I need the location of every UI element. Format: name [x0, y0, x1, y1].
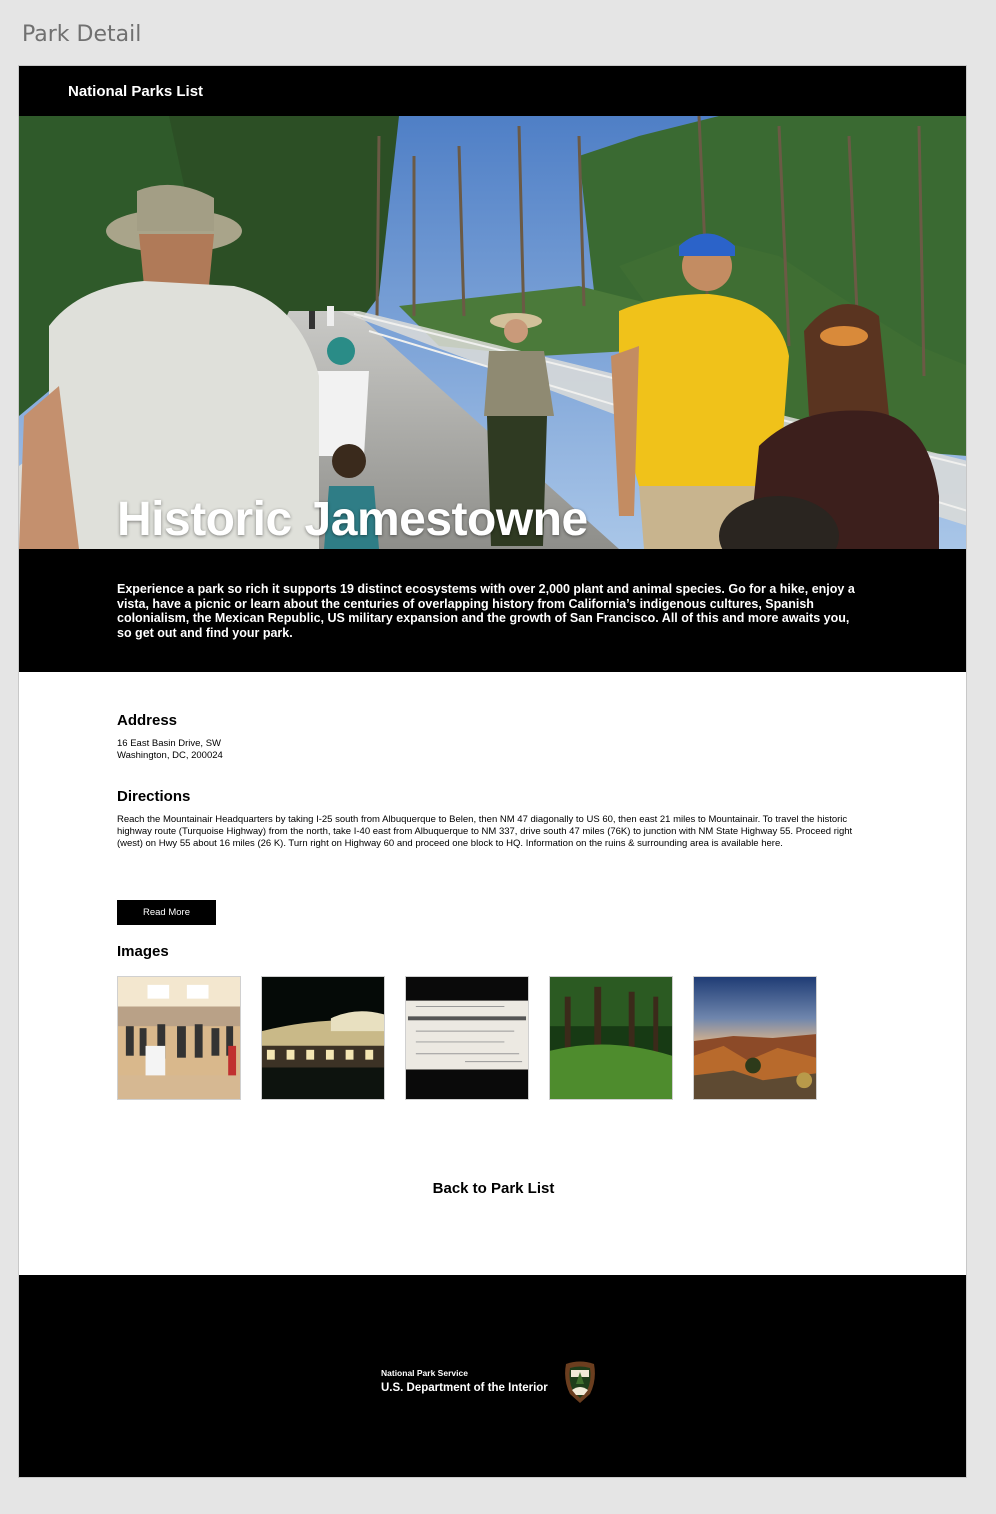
directions-text: Reach the Mountainair Headquarters by ta…	[117, 814, 853, 849]
artboard-title: Park Detail	[22, 22, 142, 47]
footer: National Park Service U.S. Department of…	[19, 1275, 966, 1477]
image-crowd-hall[interactable]	[117, 976, 241, 1100]
national-parks-list-link[interactable]: National Parks List	[68, 83, 203, 100]
intro-section: Experience a park so rich it supports 19…	[19, 549, 966, 672]
image-night-pavilion[interactable]	[261, 976, 385, 1100]
intro-text: Experience a park so rich it supports 19…	[117, 582, 855, 640]
page-frame: National Parks List Historic Jamestowne …	[18, 65, 967, 1478]
image-bank-note[interactable]	[405, 976, 529, 1100]
top-nav-bar: National Parks List	[19, 66, 966, 116]
address-heading: Address	[117, 712, 178, 729]
hero-photo	[19, 116, 966, 549]
read-more-button[interactable]: Read More	[117, 900, 216, 925]
hero-banner: Historic Jamestowne	[19, 116, 966, 549]
images-heading: Images	[117, 943, 169, 960]
footer-department-name: U.S. Department of the Interior	[381, 1382, 548, 1394]
address-line-1: 16 East Basin Drive, SW	[117, 738, 222, 749]
park-name-heading: Historic Jamestowne	[117, 493, 588, 546]
address-block: 16 East Basin Drive, SW Washington, DC, …	[117, 738, 223, 762]
address-line-2: Washington, DC, 200024	[117, 750, 223, 761]
image-forest-meadow[interactable]	[549, 976, 673, 1100]
footer-agency-name: National Park Service	[381, 1368, 468, 1378]
back-to-park-list-link[interactable]: Back to Park List	[19, 1180, 966, 1197]
nps-arrowhead-icon	[565, 1361, 595, 1403]
image-gallery	[117, 976, 817, 1100]
directions-heading: Directions	[117, 788, 191, 805]
park-detail-content: Address 16 East Basin Drive, SW Washingt…	[19, 672, 966, 1275]
image-canyon-sunset[interactable]	[693, 976, 817, 1100]
